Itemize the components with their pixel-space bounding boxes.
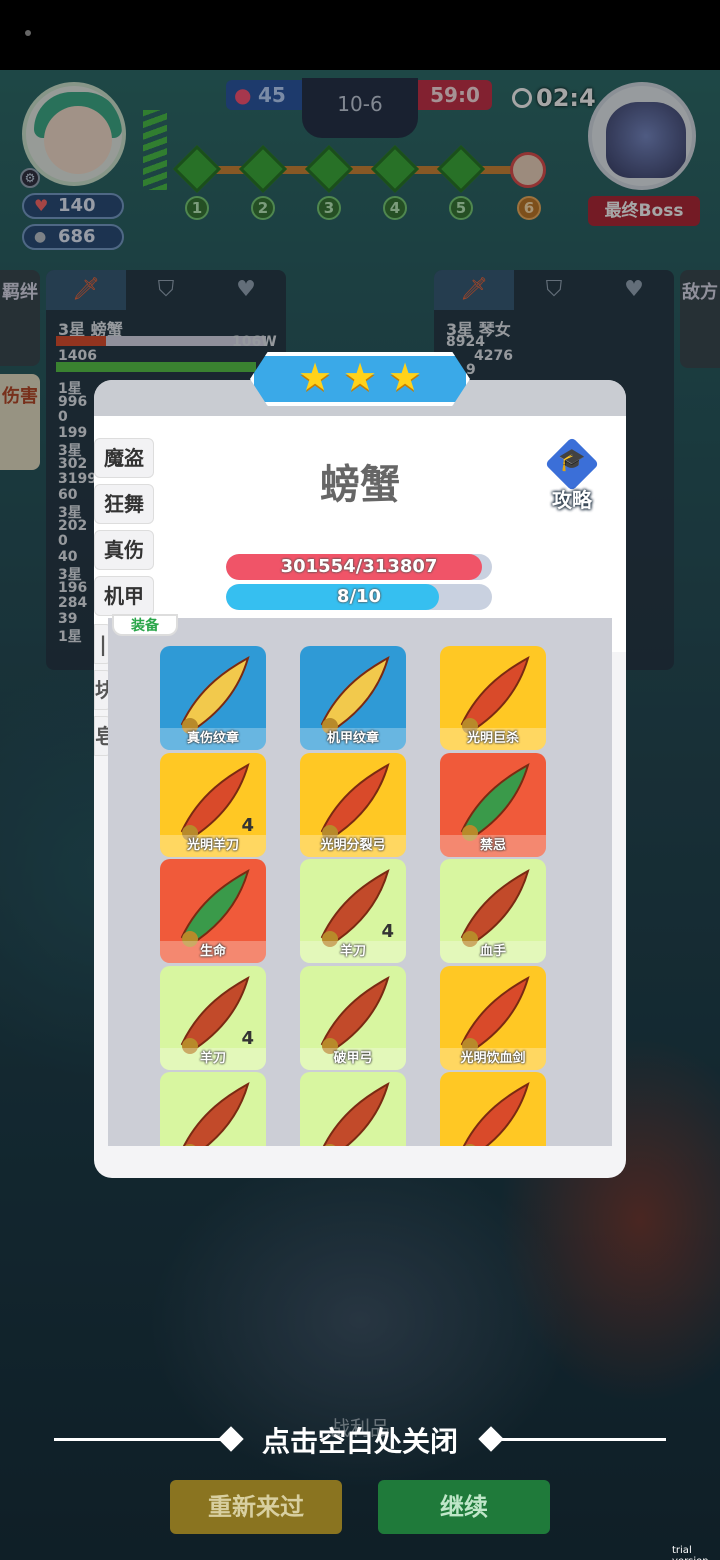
equipment-slot[interactable]: 血手 xyxy=(440,859,546,963)
equipment-name: 生命 xyxy=(160,941,266,963)
equipment-name: 光明巨杀 xyxy=(440,728,546,750)
equipment-item-icon xyxy=(462,1081,530,1146)
equipment-name: 光明饮血剑 xyxy=(440,1047,546,1070)
equipment-name: 光明分裂弓 xyxy=(300,834,406,857)
equipment-name: 羊刀 xyxy=(160,1047,266,1070)
equipment-slot[interactable]: 破甲弓 xyxy=(300,965,406,1070)
equipment-name: 光明羊刀 xyxy=(160,834,266,857)
hp-bar-text: 301554/313807 xyxy=(280,556,438,577)
equipment-name: 破甲弓 xyxy=(300,1047,406,1070)
guide-label: 攻略 xyxy=(552,488,592,512)
equipment-grid[interactable]: 真伤纹章 机甲纹章 光明巨杀 4 光明羊刀 光明分裂弓 禁忌 生命 4 羊刀 血手 4 羊刀 破甲弓 光明饮… xyxy=(108,618,612,1146)
guide-button[interactable]: 🎓 攻略 xyxy=(540,436,604,512)
equipment-slot[interactable]: 4 羊刀 xyxy=(160,965,266,1070)
equipment-slot[interactable]: 禁忌 xyxy=(440,752,546,857)
equipment-slot[interactable]: 机甲纹章 xyxy=(300,646,406,750)
close-hint[interactable]: 点击空白处关闭 xyxy=(0,1420,720,1460)
equipment-level: 4 xyxy=(241,814,254,836)
equipment-slot[interactable]: 真伤纹章 xyxy=(160,646,266,750)
equipment-slot[interactable]: 光明巨杀 xyxy=(440,646,546,750)
equipment-item-icon xyxy=(182,1081,250,1146)
equipment-level: 4 xyxy=(241,1027,254,1049)
hp-bar: 301554/313807 xyxy=(226,554,492,580)
equipment-level: 4 xyxy=(381,921,394,942)
class-tab-mech[interactable]: 机甲 xyxy=(94,576,154,616)
equipment-tab-label: 装备 xyxy=(112,614,178,636)
equipment-slot[interactable]: 光明饮血剑 xyxy=(440,965,546,1070)
equipment-name: 羊刀 xyxy=(300,941,406,963)
equipment-slot[interactable]: 生命 xyxy=(160,859,266,963)
equipment-name: 禁忌 xyxy=(440,834,546,857)
equipment-name: 血手 xyxy=(440,941,546,963)
equipment-slot[interactable]: 4 羊刀 xyxy=(300,859,406,963)
equipment-item-icon xyxy=(322,1081,390,1146)
graduation-cap-icon: 🎓 xyxy=(558,448,586,473)
status-bar xyxy=(0,0,720,70)
equipment-slot[interactable]: 4 光明羊刀 xyxy=(160,752,266,857)
star-icon: ★ xyxy=(342,355,378,399)
equipment-slot[interactable] xyxy=(300,1072,406,1146)
class-tab-magic-thief[interactable]: 魔盗 xyxy=(94,438,154,478)
equipment-slot[interactable] xyxy=(440,1072,546,1146)
equipment-slot[interactable] xyxy=(160,1072,266,1146)
mana-bar-text: 8/10 xyxy=(336,586,382,607)
retry-button[interactable]: 重新来过 xyxy=(170,1480,342,1534)
equipment-name: 机甲纹章 xyxy=(300,728,406,750)
continue-button[interactable]: 继续 xyxy=(378,1480,550,1534)
mana-bar: 8/10 xyxy=(226,584,492,610)
trial-watermark: trial version xyxy=(672,1545,709,1560)
status-dot xyxy=(25,30,31,36)
class-tab-dancer[interactable]: 狂舞 xyxy=(94,484,154,524)
star-icon: ★ xyxy=(297,355,333,399)
equipment-slot[interactable]: 光明分裂弓 xyxy=(300,752,406,857)
star-icon: ★ xyxy=(387,355,423,399)
equipment-name: 真伤纹章 xyxy=(160,728,266,750)
class-tab-true-damage[interactable]: 真伤 xyxy=(94,530,154,570)
hero-name: 螃蟹 xyxy=(320,462,400,508)
